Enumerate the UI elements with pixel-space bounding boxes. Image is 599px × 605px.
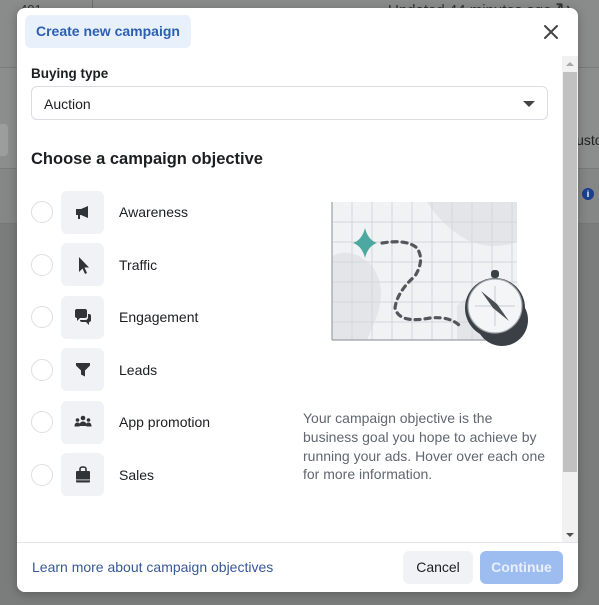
map-illustration [331, 202, 528, 346]
scroll-up-icon[interactable] [566, 62, 574, 66]
objective-leads[interactable]: Leads [31, 344, 291, 397]
close-button[interactable] [541, 22, 561, 42]
objective-awareness[interactable]: Awareness [31, 186, 291, 239]
objective-label: Awareness [119, 204, 189, 221]
chevron-down-icon [523, 101, 535, 107]
icon-tile [61, 243, 104, 287]
info-icon: i [582, 188, 594, 200]
close-icon [544, 25, 558, 39]
dialog-title: Create new campaign [25, 15, 191, 48]
objective-app-promotion[interactable]: App promotion [31, 396, 291, 449]
map-compass-illustration [327, 196, 547, 356]
learn-more-link[interactable]: Learn more about campaign objectives [32, 559, 273, 575]
radio-app-promotion[interactable] [31, 411, 53, 434]
chat-bubbles-icon [74, 309, 91, 326]
objective-traffic[interactable]: Traffic [31, 239, 291, 292]
dialog-scrollbar[interactable] [562, 56, 578, 542]
radio-awareness[interactable] [31, 201, 53, 224]
radio-engagement[interactable] [31, 306, 53, 329]
cursor-icon [78, 256, 89, 274]
shopping-bag-icon [75, 465, 90, 483]
megaphone-icon [75, 206, 88, 220]
objective-engagement[interactable]: Engagement [31, 291, 291, 344]
icon-tile [61, 453, 104, 497]
objective-label: Leads [119, 361, 158, 378]
objective-list: Awareness Traffic Engagement Leads App p… [31, 186, 291, 501]
objective-sales[interactable]: Sales [31, 449, 291, 502]
objective-label: Sales [119, 466, 155, 483]
dialog-header: Create new campaign [17, 8, 578, 56]
objective-label: App promotion [119, 414, 211, 431]
radio-sales[interactable] [31, 463, 53, 486]
buying-type-value: Auction [44, 96, 91, 112]
objective-label: Engagement [119, 309, 199, 326]
radio-leads[interactable] [31, 358, 53, 381]
cancel-button[interactable]: Cancel [403, 551, 473, 584]
objective-description: Your campaign objective is the business … [303, 410, 546, 483]
radio-traffic[interactable] [31, 253, 53, 276]
continue-button[interactable]: Continue [480, 551, 563, 584]
scroll-down-icon[interactable] [566, 533, 574, 537]
buying-type-label: Buying type [31, 66, 109, 81]
dialog-body: Buying type Auction Choose a campaign ob… [17, 56, 578, 542]
people-group-icon [74, 415, 91, 427]
background-button [0, 124, 8, 156]
icon-tile [61, 190, 104, 234]
create-campaign-dialog: Create new campaign Buying type Auction … [17, 8, 578, 592]
dialog-footer: Learn more about campaign objectives Can… [17, 542, 578, 592]
icon-tile [61, 348, 104, 392]
icon-tile [61, 400, 104, 444]
objective-heading: Choose a campaign objective [31, 150, 263, 168]
icon-tile [61, 295, 104, 339]
scrollbar-thumb[interactable] [563, 72, 577, 472]
funnel-icon [75, 362, 90, 377]
objective-label: Traffic [119, 256, 158, 273]
buying-type-select[interactable]: Auction [31, 86, 548, 120]
